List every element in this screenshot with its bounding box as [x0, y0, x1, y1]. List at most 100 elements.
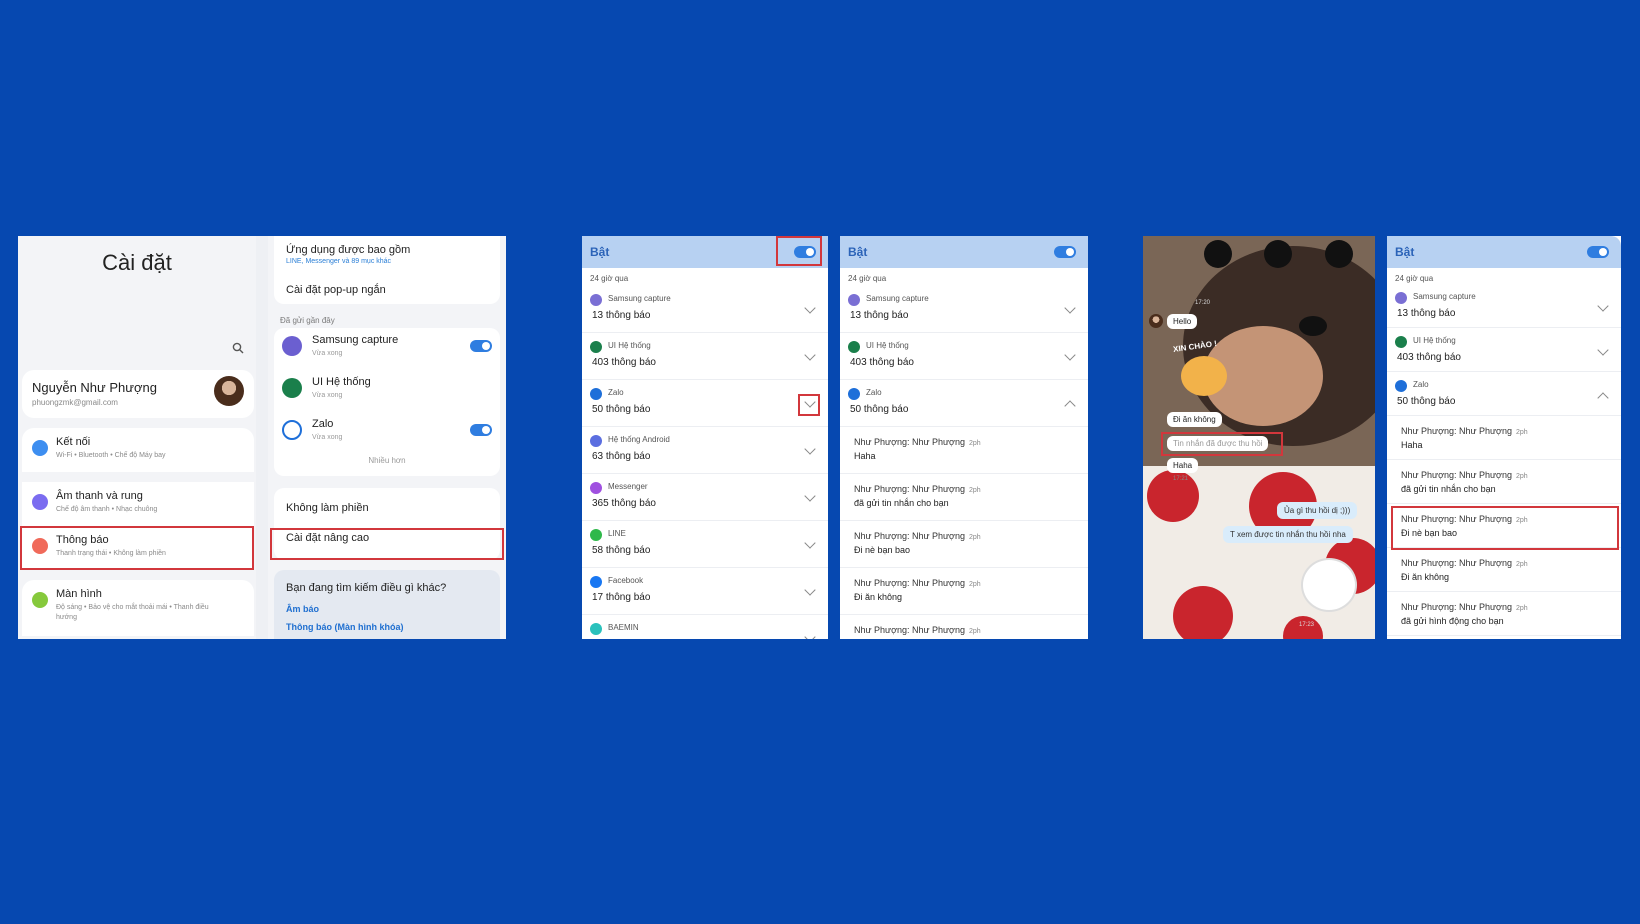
message-time: 2ph [968, 534, 981, 541]
wifi-icon [32, 440, 48, 456]
profile-name: Nguyễn Như Phượng [32, 380, 157, 395]
settings-item-label: Màn hình [56, 588, 102, 600]
chevron-down-icon[interactable] [1597, 300, 1609, 312]
chevron-down-icon[interactable] [1064, 302, 1076, 314]
chat-bubble[interactable]: Đi ăn không [1167, 412, 1222, 427]
app-name: Zalo [608, 388, 624, 397]
message-time: 2ph [1515, 429, 1528, 436]
message-body: đã gửi tin nhắn cho bạn [1401, 484, 1496, 494]
app-history-row[interactable]: UI Hệ thống 403 thông báo [582, 333, 828, 380]
message-sender: Như Phượng: Như Phượng [1401, 558, 1512, 568]
toggle-switch[interactable] [470, 424, 492, 436]
header-title: Bật [848, 245, 868, 259]
sound-link[interactable]: Âm báo [286, 604, 319, 614]
chat-bubble-sent[interactable]: T xem được tin nhắn thu hồi nha [1223, 526, 1353, 543]
chevron-down-icon[interactable] [804, 490, 816, 502]
chevron-down-icon[interactable] [804, 631, 816, 639]
settings-item-display[interactable]: Màn hình Độ sáng • Bảo vệ cho mắt thoải … [22, 580, 254, 636]
message-row[interactable]: Như Phượng: Như Phượng 2ph Đi ăn không [1387, 548, 1621, 592]
app-history-row[interactable]: Zalo 50 thông báo [840, 380, 1088, 427]
message-time: 2ph [968, 487, 981, 494]
chevron-down-icon[interactable] [1597, 344, 1609, 356]
toggle-switch[interactable] [470, 340, 492, 352]
app-icon [1395, 292, 1407, 304]
app-name: Samsung capture [1413, 292, 1476, 301]
app-name: UI Hệ thống [312, 376, 371, 388]
chat-bubble-sent[interactable]: Ủa gì thu hồi dị ;))) [1277, 502, 1358, 519]
app-name: UI Hệ thống [608, 341, 651, 350]
notification-settings-column: Ứng dụng được bao gồm LINE, Messenger và… [268, 236, 506, 639]
chevron-up-icon[interactable] [1064, 400, 1076, 412]
message-sender: Như Phượng: Như Phượng [854, 625, 965, 635]
app-sub: Vừa xong [312, 392, 343, 399]
settings-item-sound[interactable]: Âm thanh và rung Chế độ âm thanh • Nhạc … [22, 482, 254, 526]
chat-bubble[interactable]: Hello [1167, 314, 1198, 329]
message-row[interactable]: Như Phượng: Như Phượng 2ph đã gửi tin nhắn… [1387, 460, 1621, 504]
notification-history-panel: Bật 24 giờ qua Samsung capture 13 thông b… [582, 236, 1088, 639]
app-history-row[interactable]: Facebook 17 thông báo [582, 568, 828, 615]
app-icon [590, 482, 602, 494]
toggle-switch[interactable] [1587, 246, 1609, 258]
recent-app-row[interactable]: Samsung capture Vừa xong [274, 328, 500, 368]
popup-settings-label[interactable]: Cài đặt pop-up ngắn [286, 284, 386, 296]
message-time: 17:20 [1195, 300, 1211, 306]
notification-icon [32, 538, 48, 554]
system-ui-icon [282, 378, 302, 398]
app-history-row[interactable]: Samsung capture 13 thông báo [840, 286, 1088, 333]
lockscreen-notification-link[interactable]: Thông báo (Màn hình khóa) [286, 622, 403, 632]
message-body: Đi nè bạn bao [1401, 528, 1458, 538]
recent-app-row[interactable]: Zalo Vừa xong [274, 412, 500, 452]
notification-count: 403 thông báo [1397, 352, 1461, 363]
message-row[interactable]: Như Phượng: Như Phượng 2ph đã gửi hình độn… [1387, 592, 1621, 636]
chevron-down-icon[interactable] [804, 584, 816, 596]
app-name: Messenger [608, 482, 648, 491]
message-row[interactable]: Như Phượng: Như Phượng 2ph Đi ăn không [840, 568, 1088, 615]
app-history-row[interactable]: Zalo 50 thông báo [1387, 372, 1621, 416]
chevron-up-icon[interactable] [1597, 392, 1609, 404]
notification-count: 50 thông báo [592, 404, 651, 415]
chevron-down-icon[interactable] [804, 537, 816, 549]
profile-card[interactable]: Nguyễn Như Phượng phuongzmk@gmail.com [22, 370, 254, 418]
app-icon [590, 435, 602, 447]
message-row[interactable]: Như Phượng: Như Phượng 2ph Đi nè bạn bao [840, 521, 1088, 568]
more-link[interactable]: Nhiều hơn [274, 456, 500, 465]
chevron-down-icon[interactable] [804, 302, 816, 314]
app-history-row[interactable]: BAEMIN [582, 615, 828, 639]
app-sub: Vừa xong [312, 434, 343, 441]
chevron-down-icon[interactable] [804, 396, 816, 408]
app-history-row[interactable]: LINE 58 thông báo [582, 521, 828, 568]
message-row[interactable]: Như Phượng: Như Phượng 2ph Haha [1387, 416, 1621, 460]
message-row[interactable]: Như Phượng: Như Phượng 2ph Haha [840, 427, 1088, 474]
app-history-row[interactable]: Samsung capture 13 thông báo [1387, 284, 1621, 328]
recent-app-row[interactable]: UI Hệ thống Vừa xong [274, 370, 500, 410]
message-title: Như Phượng: Như Phượng 2ph [1401, 558, 1528, 568]
app-history-row[interactable]: UI Hệ thống 403 thông báo [840, 333, 1088, 380]
chevron-down-icon[interactable] [804, 443, 816, 455]
app-history-row[interactable]: Samsung capture 13 thông báo [582, 286, 828, 333]
chevron-down-icon[interactable] [1064, 349, 1076, 361]
app-history-row[interactable]: Messenger 365 thông báo [582, 474, 828, 521]
recalled-message[interactable]: Tin nhắn đã được thu hồi [1167, 436, 1269, 451]
settings-item-connections[interactable]: Kết nối Wi-Fi • Bluetooth • Chế độ Máy b… [22, 428, 254, 472]
app-history-row[interactable]: Hệ thống Android 63 thông báo [582, 427, 828, 474]
message-row[interactable]: Như Phượng: Như Phượng 2ph Đi nè bạn bao [1387, 504, 1621, 548]
cat-sticker[interactable] [1301, 558, 1357, 612]
app-history-row[interactable]: Zalo 50 thông báo [582, 380, 828, 427]
page-title: Cài đặt [102, 250, 172, 275]
search-icon[interactable] [232, 342, 244, 354]
message-row[interactable]: Như Phượng: Như Phượng 2ph [840, 615, 1088, 639]
bunny-sticker[interactable] [1181, 356, 1227, 396]
toggle-switch[interactable] [1054, 246, 1076, 258]
settings-item-notifications[interactable]: Thông báo Thanh trạng thái • Không làm p… [22, 526, 254, 570]
message-row[interactable]: Như Phượng: Như Phượng 2ph đã gửi tin nhắn… [840, 474, 1088, 521]
dnd-label[interactable]: Không làm phiền [286, 502, 369, 514]
included-apps-card[interactable]: Ứng dụng được bao gồm LINE, Messenger và… [274, 236, 500, 304]
included-apps-title: Ứng dụng được bao gồm [286, 244, 411, 256]
chevron-down-icon[interactable] [804, 349, 816, 361]
chat-bubble[interactable]: Haha [1167, 458, 1199, 473]
app-history-row[interactable]: UI Hệ thống 403 thông báo [1387, 328, 1621, 372]
advanced-settings-label[interactable]: Cài đặt nâng cao [286, 532, 369, 544]
toggle-switch[interactable] [794, 246, 816, 258]
notification-count: 17 thông báo [592, 592, 651, 603]
app-icon [590, 623, 602, 635]
